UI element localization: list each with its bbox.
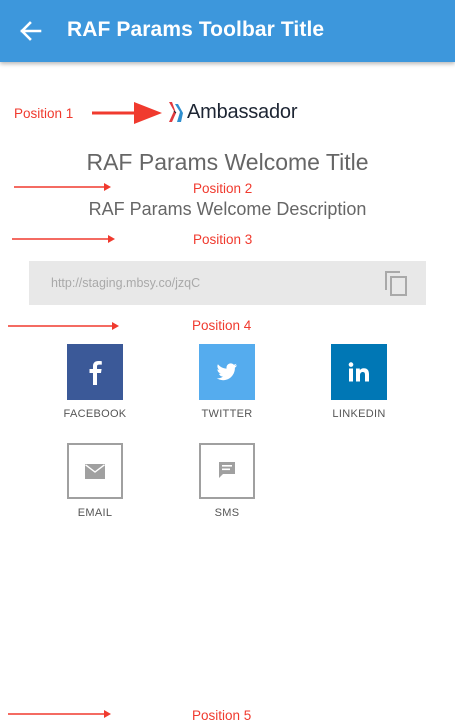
toolbar: RAF Params Toolbar Title — [0, 0, 455, 62]
annotation-arrow-2 — [14, 183, 111, 191]
annotation-label-3: Position 3 — [193, 232, 253, 247]
share-twitter[interactable]: TWITTER — [182, 344, 272, 420]
annotation-arrow-5 — [8, 710, 111, 718]
copy-button[interactable] — [383, 270, 409, 297]
share-link-url: http://staging.mbsy.co/jzqC — [51, 276, 201, 290]
annotation-arrow-1 — [92, 102, 162, 124]
share-label: SMS — [214, 507, 240, 519]
share-linkedin[interactable]: LINKEDIN — [314, 344, 404, 420]
annotation-label-5: Position 5 — [192, 708, 252, 723]
annotation-label-1: Position 1 — [14, 106, 74, 121]
share-label: EMAIL — [77, 507, 113, 519]
twitter-icon — [199, 344, 255, 400]
ambassador-logo-icon — [169, 102, 183, 122]
logo-text: Ambassador — [187, 100, 298, 123]
annotation-label-4: Position 4 — [192, 318, 252, 333]
facebook-icon — [67, 344, 123, 400]
share-label: FACEBOOK — [63, 408, 127, 420]
share-link-field[interactable]: http://staging.mbsy.co/jzqC — [29, 261, 426, 305]
share-facebook[interactable]: FACEBOOK — [50, 344, 140, 420]
share-label: LINKEDIN — [332, 408, 386, 420]
sms-icon — [199, 443, 255, 499]
annotation-arrow-3 — [12, 235, 115, 243]
share-email[interactable]: EMAIL — [50, 443, 140, 519]
share-label: TWITTER — [201, 408, 253, 420]
welcome-title: RAF Params Welcome Title — [86, 149, 369, 175]
linkedin-icon — [331, 344, 387, 400]
ambassador-logo: Ambassador — [166, 99, 297, 125]
email-icon — [67, 443, 123, 499]
copy-icon — [385, 271, 407, 296]
annotation-label-2: Position 2 — [193, 181, 253, 196]
back-button[interactable] — [18, 19, 44, 43]
toolbar-title: RAF Params Toolbar Title — [67, 18, 325, 41]
welcome-description: RAF Params Welcome Description — [88, 199, 367, 219]
share-sms[interactable]: SMS — [182, 443, 272, 519]
annotation-arrow-4 — [8, 322, 119, 330]
arrow-left-icon — [20, 21, 42, 41]
